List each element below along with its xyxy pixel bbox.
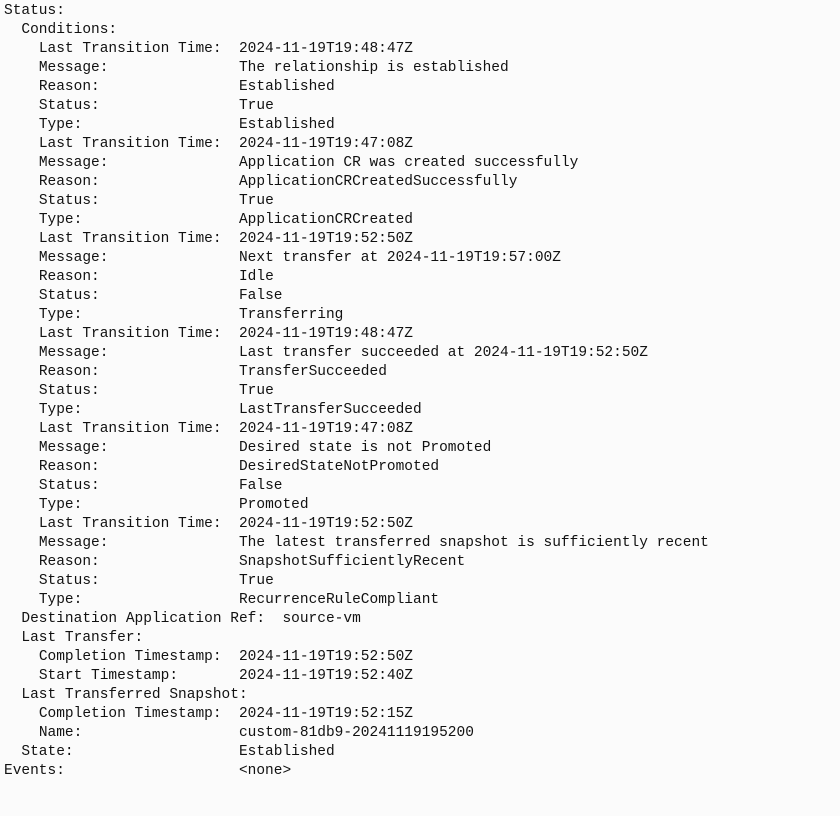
value-type: Established (239, 117, 335, 133)
value-type: Transferring (239, 307, 343, 323)
label-status: Status: (39, 288, 100, 304)
label-status: Status: (39, 193, 100, 209)
label-type: Type: (39, 307, 83, 323)
label-type: Type: (39, 117, 83, 133)
label-last-transition-time: Last Transition Time: (39, 136, 222, 152)
value-completion-timestamp: 2024-11-19T19:52:15Z (239, 706, 413, 722)
label-last-transition-time: Last Transition Time: (39, 516, 222, 532)
value-reason: Idle (239, 269, 274, 285)
label-reason: Reason: (39, 459, 100, 475)
label-last-transition-time: Last Transition Time: (39, 231, 222, 247)
events-heading: Events: (4, 763, 65, 779)
value-reason: Established (239, 79, 335, 95)
value-reason: SnapshotSufficientlyRecent (239, 554, 465, 570)
terminal-output[interactable]: Status: Conditions: Last Transition Time… (0, 0, 840, 781)
label-status: Status: (39, 383, 100, 399)
value-destination-application-ref: source-vm (282, 611, 360, 627)
label-last-transition-time: Last Transition Time: (39, 421, 222, 437)
label-message: Message: (39, 440, 109, 456)
value-message: Next transfer at 2024-11-19T19:57:00Z (239, 250, 561, 266)
value-type: RecurrenceRuleCompliant (239, 592, 439, 608)
status-heading: Status: (4, 3, 65, 19)
value-type: Promoted (239, 497, 309, 513)
value-status: True (239, 383, 274, 399)
label-destination-application-ref: Destination Application Ref: (21, 611, 265, 627)
label-reason: Reason: (39, 174, 100, 190)
value-last-transition-time: 2024-11-19T19:52:50Z (239, 231, 413, 247)
value-status: True (239, 573, 274, 589)
label-reason: Reason: (39, 269, 100, 285)
value-type: LastTransferSucceeded (239, 402, 422, 418)
value-message: Last transfer succeeded at 2024-11-19T19… (239, 345, 648, 361)
label-type: Type: (39, 592, 83, 608)
value-completion-timestamp: 2024-11-19T19:52:50Z (239, 649, 413, 665)
label-status: Status: (39, 98, 100, 114)
label-reason: Reason: (39, 554, 100, 570)
last-transferred-snapshot-heading: Last Transferred Snapshot: (21, 687, 247, 703)
value-type: ApplicationCRCreated (239, 212, 413, 228)
label-last-transition-time: Last Transition Time: (39, 326, 222, 342)
last-transfer-heading: Last Transfer: (21, 630, 143, 646)
label-type: Type: (39, 212, 83, 228)
value-message: The latest transferred snapshot is suffi… (239, 535, 709, 551)
value-message: Application CR was created successfully (239, 155, 578, 171)
value-status: False (239, 288, 283, 304)
label-message: Message: (39, 155, 109, 171)
value-start-timestamp: 2024-11-19T19:52:40Z (239, 668, 413, 684)
label-name: Name: (39, 725, 83, 741)
label-message: Message: (39, 250, 109, 266)
value-reason: DesiredStateNotPromoted (239, 459, 439, 475)
label-start-timestamp: Start Timestamp: (39, 668, 178, 684)
label-status: Status: (39, 478, 100, 494)
label-type: Type: (39, 402, 83, 418)
label-state: State: (21, 744, 73, 760)
conditions-heading: Conditions: (21, 22, 117, 38)
value-events: <none> (239, 763, 291, 779)
value-last-transition-time: 2024-11-19T19:52:50Z (239, 516, 413, 532)
label-reason: Reason: (39, 79, 100, 95)
label-message: Message: (39, 345, 109, 361)
value-last-transition-time: 2024-11-19T19:48:47Z (239, 41, 413, 57)
value-reason: TransferSucceeded (239, 364, 387, 380)
label-message: Message: (39, 60, 109, 76)
value-last-transition-time: 2024-11-19T19:47:08Z (239, 136, 413, 152)
value-last-transition-time: 2024-11-19T19:47:08Z (239, 421, 413, 437)
value-last-transition-time: 2024-11-19T19:48:47Z (239, 326, 413, 342)
label-message: Message: (39, 535, 109, 551)
label-completion-timestamp: Completion Timestamp: (39, 706, 222, 722)
label-reason: Reason: (39, 364, 100, 380)
label-type: Type: (39, 497, 83, 513)
value-name: custom-81db9-20241119195200 (239, 725, 474, 741)
value-status: True (239, 193, 274, 209)
value-state: Established (239, 744, 335, 760)
label-status: Status: (39, 573, 100, 589)
value-status: True (239, 98, 274, 114)
label-completion-timestamp: Completion Timestamp: (39, 649, 222, 665)
value-message: The relationship is established (239, 60, 509, 76)
value-reason: ApplicationCRCreatedSuccessfully (239, 174, 517, 190)
value-message: Desired state is not Promoted (239, 440, 491, 456)
value-status: False (239, 478, 283, 494)
label-last-transition-time: Last Transition Time: (39, 41, 222, 57)
